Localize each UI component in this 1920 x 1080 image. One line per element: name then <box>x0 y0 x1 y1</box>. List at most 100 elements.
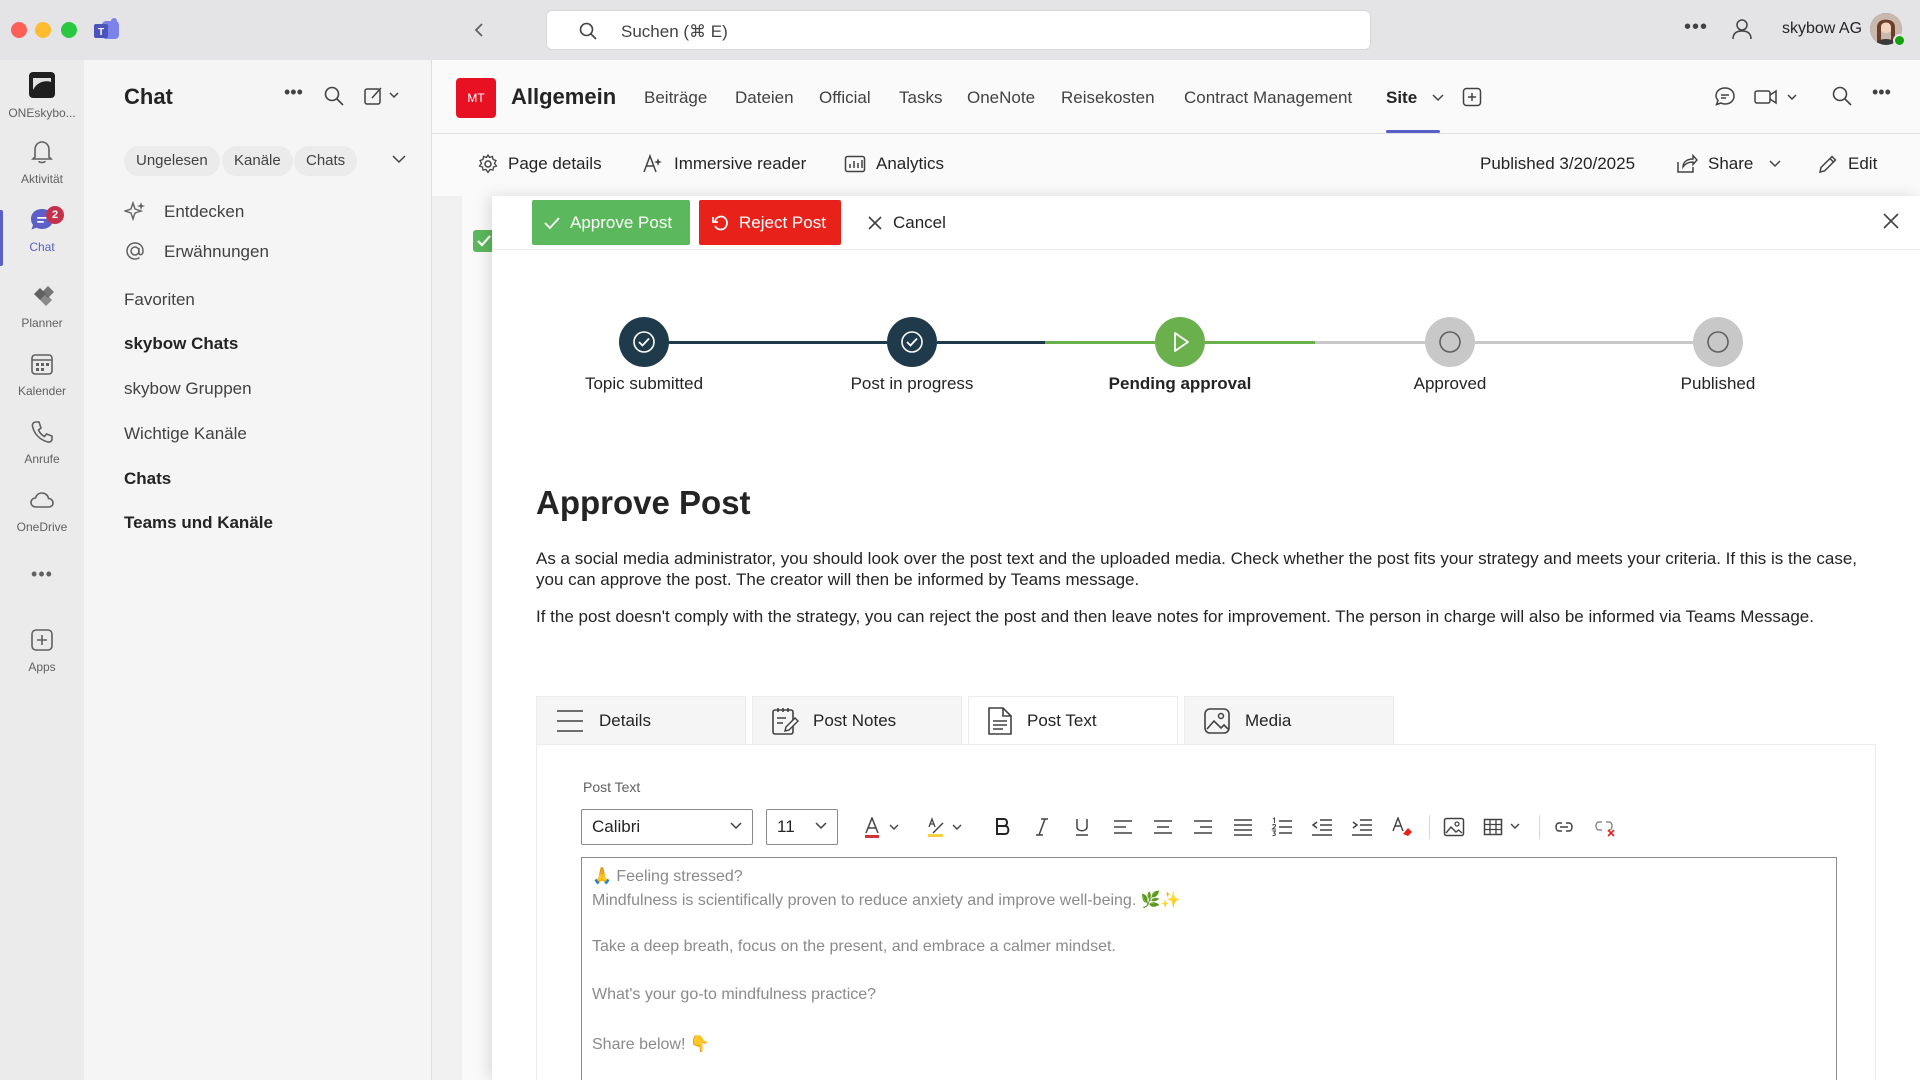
entdecken-item[interactable]: Entdecken <box>164 202 244 222</box>
italic-icon[interactable] <box>1033 817 1051 837</box>
section-chats[interactable]: Chats <box>124 469 171 489</box>
immersive-reader-button[interactable]: Immersive reader <box>642 154 806 174</box>
tab-post-notes[interactable]: Post Notes <box>752 696 962 744</box>
increase-indent-icon[interactable] <box>1351 817 1373 837</box>
reject-post-button[interactable]: Reject Post <box>699 200 841 245</box>
tab-label: Media <box>1245 710 1292 730</box>
tab-beitraege[interactable]: Beiträge <box>644 88 707 108</box>
tab-contract-management[interactable]: Contract Management <box>1184 88 1352 108</box>
post-text-editor[interactable]: 🙏 Feeling stressed? Mindfulness is scien… <box>581 857 1837 1080</box>
align-left-icon[interactable] <box>1113 817 1133 837</box>
section-wichtige-kanaele[interactable]: Wichtige Kanäle <box>124 424 247 444</box>
numbered-list-icon[interactable] <box>1271 817 1293 837</box>
tab-dateien[interactable]: Dateien <box>735 88 794 108</box>
font-family-select[interactable]: Calibri <box>581 809 753 845</box>
share-button[interactable]: Share <box>1676 154 1781 174</box>
editor-line: What's your go-to mindfulness practice? <box>592 986 877 1003</box>
section-skybow-chats[interactable]: skybow Chats <box>124 334 238 354</box>
back-button[interactable] <box>466 17 492 43</box>
edit-button[interactable]: Edit <box>1818 154 1877 174</box>
editor-line: Share below! 👇 <box>592 1036 710 1053</box>
conversation-icon[interactable] <box>1714 86 1736 108</box>
instructions-paragraph: If the post doesn't comply with the stra… <box>536 607 1814 626</box>
org-name[interactable]: skybow AG <box>1782 20 1862 38</box>
tab-official[interactable]: Official <box>819 88 871 108</box>
svg-text:T: T <box>98 27 104 38</box>
highlight-color-icon[interactable] <box>927 817 967 839</box>
add-tab-icon[interactable] <box>1462 87 1482 107</box>
undo-icon <box>712 215 728 230</box>
window-minimize-button[interactable] <box>35 22 51 38</box>
window-close-button[interactable] <box>11 22 27 38</box>
filter-chip-chats[interactable]: Chats <box>294 146 358 176</box>
rail-more-icon[interactable]: ••• <box>0 564 84 585</box>
rail-item-oneskybow[interactable]: ONEskybo... <box>0 70 84 120</box>
window-maximize-button[interactable] <box>61 22 77 38</box>
font-color-icon[interactable] <box>863 817 903 839</box>
align-right-icon[interactable] <box>1193 817 1213 837</box>
team-avatar[interactable]: MT <box>456 78 496 118</box>
step-pending-approval <box>1155 317 1205 367</box>
decrease-indent-icon[interactable] <box>1311 817 1333 837</box>
search-input[interactable]: Suchen (⌘ E) <box>546 10 1371 50</box>
tab-reisekosten[interactable]: Reisekosten <box>1061 88 1155 108</box>
rail-item-apps[interactable]: Apps <box>0 626 84 674</box>
bold-icon[interactable] <box>993 817 1011 837</box>
insert-link-icon[interactable] <box>1553 817 1575 837</box>
more-options-icon[interactable]: ••• <box>1684 16 1708 39</box>
tab-details[interactable]: Details <box>536 696 746 744</box>
tab-media[interactable]: Media <box>1184 696 1394 744</box>
more-options-icon[interactable]: ••• <box>284 82 303 103</box>
rail-item-aktivitaet[interactable]: Aktivität <box>0 138 84 186</box>
step-topic-submitted <box>619 317 669 367</box>
step-label: Approved <box>1413 374 1487 393</box>
add-apps-icon <box>31 629 53 651</box>
people-icon[interactable] <box>1731 17 1753 41</box>
section-teams-und-kanaele[interactable]: Teams und Kanäle <box>124 513 273 533</box>
section-skybow-gruppen[interactable]: skybow Gruppen <box>124 379 252 399</box>
search-placeholder: Suchen (⌘ E) <box>621 22 728 41</box>
meet-video-icon[interactable] <box>1754 86 1800 108</box>
rail-item-planner[interactable]: Planner <box>0 282 84 330</box>
align-center-icon[interactable] <box>1153 817 1173 837</box>
filter-chip-ungelesen[interactable]: Ungelesen <box>124 146 220 176</box>
new-chat-icon[interactable] <box>364 86 404 106</box>
tab-post-text[interactable]: Post Text <box>968 696 1178 744</box>
approve-post-button[interactable]: Approve Post <box>532 200 690 245</box>
section-favoriten[interactable]: Favoriten <box>124 290 195 310</box>
page-details-button[interactable]: Page details <box>478 154 602 174</box>
search-icon[interactable] <box>324 86 344 106</box>
clear-formatting-icon[interactable] <box>1391 817 1413 837</box>
step-connector <box>1315 341 1425 344</box>
app-rail: ONEskybo... Aktivität Chat 2 Planner Kal… <box>0 60 84 1080</box>
close-icon[interactable] <box>1882 212 1900 230</box>
remove-link-icon[interactable] <box>1593 817 1617 837</box>
tab-onenote[interactable]: OneNote <box>967 88 1035 108</box>
rail-item-kalender[interactable]: Kalender <box>0 350 84 398</box>
insert-table-icon[interactable] <box>1483 817 1525 837</box>
rail-item-anrufe[interactable]: Anrufe <box>0 418 84 466</box>
step-connector <box>669 341 887 344</box>
cancel-button[interactable]: Cancel <box>855 200 958 245</box>
more-options-icon[interactable]: ••• <box>1872 82 1891 103</box>
tab-tasks[interactable]: Tasks <box>899 88 942 108</box>
tab-site[interactable]: Site <box>1386 88 1417 108</box>
step-connector <box>1045 341 1155 344</box>
title-bar: T Suchen (⌘ E) ••• skybow AG <box>0 0 1920 60</box>
justify-icon[interactable] <box>1233 817 1253 837</box>
rail-item-label: Chat <box>29 240 55 254</box>
tab-label: Post Text <box>1027 710 1097 730</box>
insert-image-icon[interactable] <box>1443 817 1465 837</box>
rail-item-chat[interactable]: Chat <box>0 206 84 254</box>
underline-icon[interactable] <box>1073 817 1091 837</box>
erwaehnungen-item[interactable]: Erwähnungen <box>164 242 269 262</box>
filter-chip-kanaele[interactable]: Kanäle <box>222 146 293 176</box>
gear-icon <box>478 154 498 174</box>
phone-icon <box>31 421 53 443</box>
chevron-down-icon[interactable] <box>392 154 406 164</box>
analytics-button[interactable]: Analytics <box>844 154 944 174</box>
rail-item-onedrive[interactable]: OneDrive <box>0 486 84 534</box>
font-size-select[interactable]: 11 <box>766 809 838 845</box>
chevron-down-icon[interactable] <box>1432 94 1444 102</box>
search-icon[interactable] <box>1832 86 1852 106</box>
